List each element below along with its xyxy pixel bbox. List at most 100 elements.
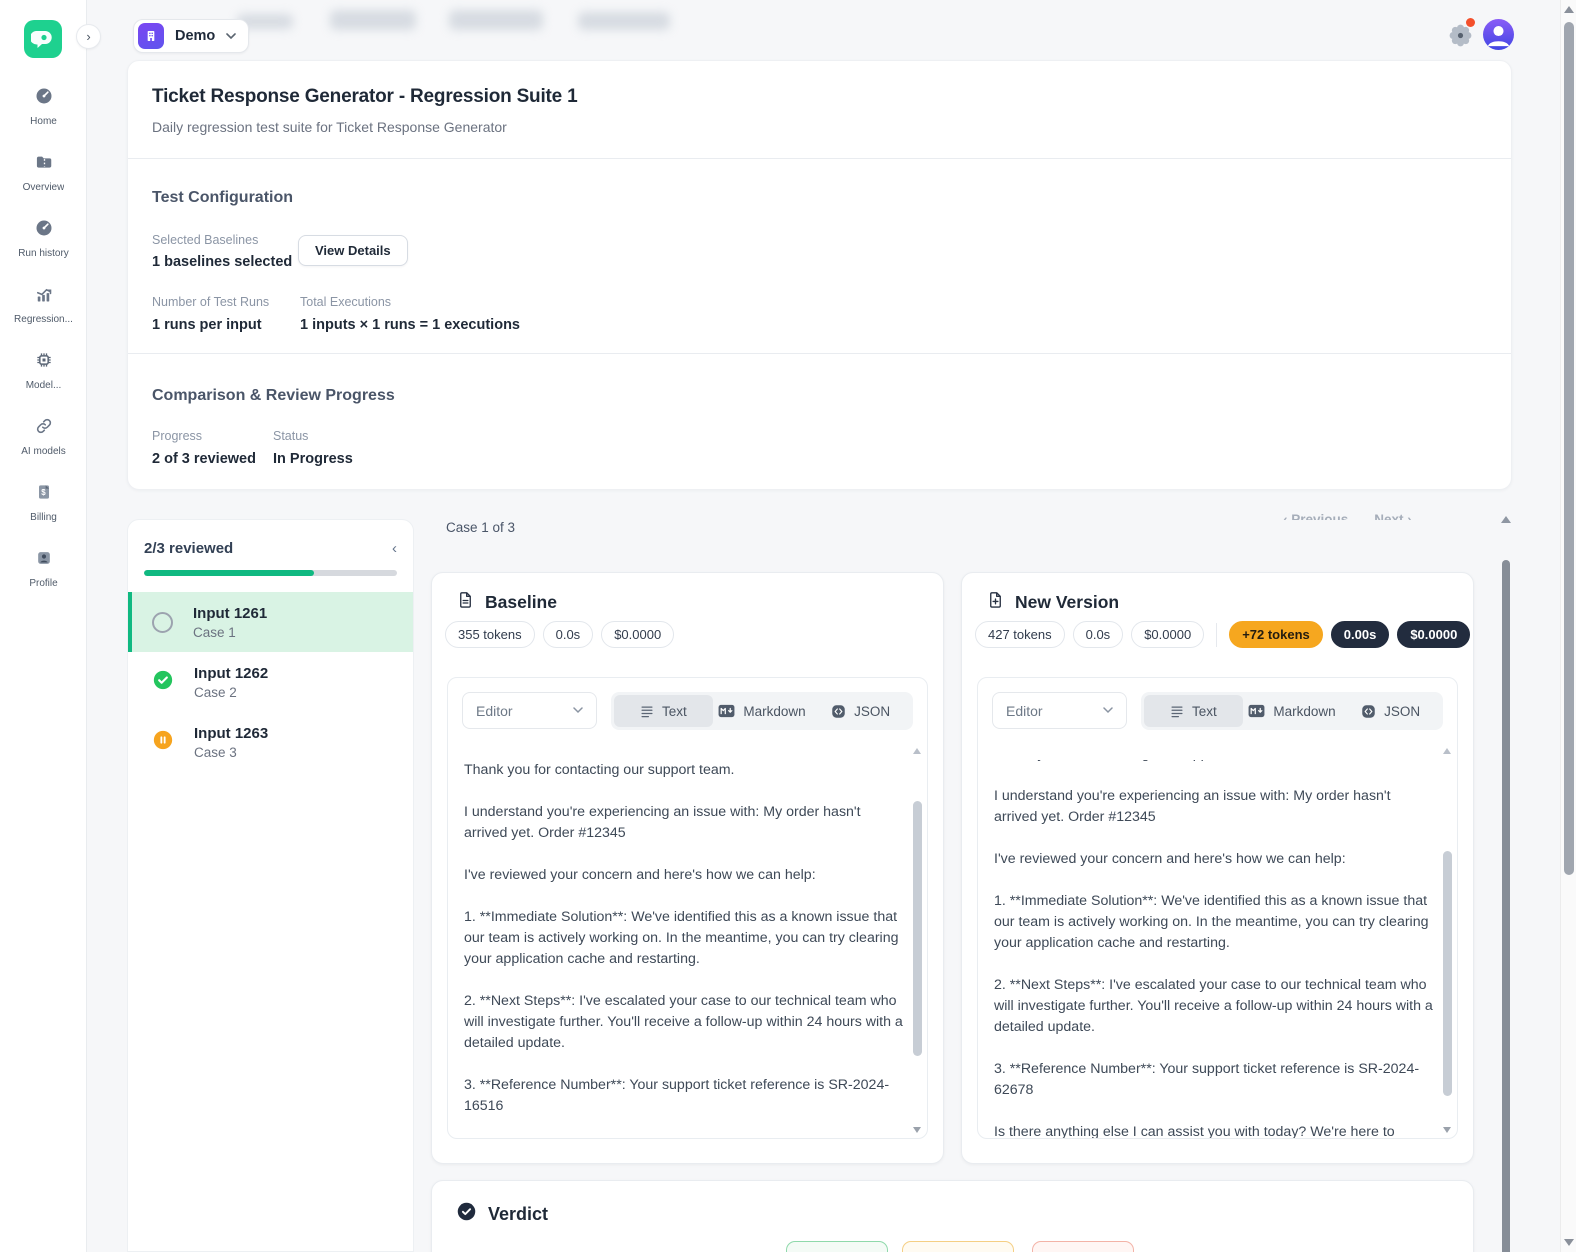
workspace-name: Demo xyxy=(175,28,216,44)
sidebar-item-label: AI models xyxy=(21,446,66,457)
section-scrollbar[interactable] xyxy=(1498,508,1514,1252)
input-subtitle: Case 3 xyxy=(194,744,237,760)
tokens-badge: 355 tokens xyxy=(445,621,535,648)
list-item-input-1261[interactable]: Input 1261 Case 1 xyxy=(128,592,413,652)
sidebar-item-label: Home xyxy=(30,116,57,127)
case-counter: Case 1 of 3 xyxy=(446,520,516,535)
verdict-fail-button[interactable] xyxy=(1032,1241,1134,1252)
collapse-panel-icon[interactable]: ‹ xyxy=(392,540,397,557)
progress-value: 2 of 3 reviewed xyxy=(152,451,256,467)
verdict-card: Verdict xyxy=(431,1180,1474,1252)
sidebar-item-label: Profile xyxy=(29,578,58,589)
view-mode-tabs: Text Markdown JSON xyxy=(611,692,913,730)
sidebar-item-label: Regression... xyxy=(14,314,73,325)
status-value: In Progress xyxy=(273,451,353,467)
sidebar-item-regression[interactable]: Regression... xyxy=(0,284,87,325)
page-title: Ticket Response Generator - Regression S… xyxy=(152,86,578,107)
next-button[interactable]: Next › xyxy=(1374,512,1412,520)
input-title: Input 1261 xyxy=(193,604,268,622)
notification-dot xyxy=(1466,18,1475,27)
editor-mode-select[interactable]: Editor xyxy=(992,692,1127,729)
user-avatar[interactable] xyxy=(1483,19,1514,50)
tokens-badge: 427 tokens xyxy=(975,621,1065,648)
baseline-editor: Editor Text Markdown JSON Thank you for … xyxy=(447,677,928,1139)
sidebar-item-label: Run history xyxy=(18,248,69,259)
section-title-test-configuration: Test Configuration xyxy=(152,189,294,206)
list-item-input-1262[interactable]: Input 1262 Case 2 xyxy=(128,652,413,712)
verdict-check-icon xyxy=(456,1201,477,1227)
panel-title: New Version xyxy=(1015,591,1120,612)
review-progress-bar xyxy=(144,570,397,576)
sidebar-item-model[interactable]: Model... xyxy=(0,350,87,391)
status-label: Status xyxy=(273,429,309,443)
code-brackets-icon xyxy=(1362,704,1375,718)
code-brackets-icon xyxy=(832,704,845,718)
tab-text[interactable]: Text xyxy=(1144,695,1243,727)
sidebar-item-home[interactable]: Home xyxy=(0,86,87,127)
settings-gear-icon[interactable] xyxy=(1447,18,1475,50)
runs-value: 1 runs per input xyxy=(152,317,262,333)
chevron-down-icon xyxy=(226,32,237,39)
new-version-scrollbar[interactable] xyxy=(1441,746,1454,1135)
pause-circle-icon xyxy=(152,729,174,756)
chevron-down-icon xyxy=(573,707,583,714)
tab-markdown[interactable]: Markdown xyxy=(1243,695,1342,727)
cost-badge: $0.0000 xyxy=(1131,621,1205,648)
sidebar-collapse-button[interactable]: › xyxy=(76,24,101,49)
breadcrumb-blurred xyxy=(330,10,416,30)
sidebar-item-label: Billing xyxy=(30,512,57,523)
gauge-icon xyxy=(34,218,54,243)
sidebar-item-profile[interactable]: Profile xyxy=(0,548,87,589)
selected-baselines-value: 1 baselines selected xyxy=(152,254,293,270)
breadcrumb-blurred xyxy=(578,12,670,30)
runs-label: Number of Test Runs xyxy=(152,295,270,309)
latency-badge: 0.0s xyxy=(1072,621,1124,648)
input-title: Input 1262 xyxy=(194,664,269,682)
folder-icon xyxy=(34,152,54,177)
sidebar-item-billing[interactable]: $ Billing xyxy=(0,482,87,523)
tab-text[interactable]: Text xyxy=(614,695,713,727)
input-subtitle: Case 1 xyxy=(193,624,236,640)
view-details-button[interactable]: View Details xyxy=(298,235,408,266)
suite-summary-card: Ticket Response Generator - Regression S… xyxy=(127,60,1512,490)
baseline-scrollbar[interactable] xyxy=(911,746,924,1135)
text-lines-icon xyxy=(1171,706,1183,718)
executions-value: 1 inputs × 1 runs = 1 executions xyxy=(300,317,520,333)
divider xyxy=(128,353,1511,354)
previous-button[interactable]: ‹ Previous xyxy=(1283,512,1348,520)
tab-json[interactable]: JSON xyxy=(811,695,910,727)
progress-label: Progress xyxy=(152,429,203,443)
sidebar-item-ai-models[interactable]: AI models xyxy=(0,416,87,457)
cost-diff-badge: $0.0000 xyxy=(1397,621,1471,648)
list-item-input-1263[interactable]: Input 1263 Case 3 xyxy=(128,712,413,772)
reviewed-count: 2/3 reviewed xyxy=(144,540,234,557)
check-circle-icon xyxy=(152,669,174,696)
token-diff-badge: +72 tokens xyxy=(1229,621,1323,648)
trend-chart-icon xyxy=(34,284,54,309)
latency-diff-badge: 0.00s xyxy=(1330,621,1390,648)
sidebar-item-overview[interactable]: Overview xyxy=(0,152,87,193)
selected-baselines-label: Selected Baselines xyxy=(152,233,259,247)
page-subtitle: Daily regression test suite for Ticket R… xyxy=(152,119,507,135)
workspace-switcher[interactable]: Demo xyxy=(133,19,250,53)
divider xyxy=(128,158,1511,159)
verdict-neutral-button[interactable] xyxy=(902,1241,1014,1252)
editor-mode-select[interactable]: Editor xyxy=(462,692,597,729)
page-scrollbar[interactable] xyxy=(1560,0,1576,1252)
tab-json[interactable]: JSON xyxy=(1341,695,1440,727)
sidebar: Home Overview Run history Regression... … xyxy=(0,0,87,1252)
sidebar-item-run-history[interactable]: Run history xyxy=(0,218,87,259)
app-logo-icon[interactable] xyxy=(24,20,62,58)
pending-circle-icon xyxy=(152,611,173,633)
divider xyxy=(1216,622,1218,647)
pagination-clipped: ‹ Previous Next › xyxy=(1283,505,1461,520)
link-icon xyxy=(34,416,54,441)
new-version-response-text[interactable]: Thank you for contacting our support tea… xyxy=(978,744,1441,1138)
view-mode-tabs: Text Markdown JSON xyxy=(1141,692,1443,730)
panel-title: Baseline xyxy=(485,591,557,612)
baseline-response-text[interactable]: Thank you for contacting our support tea… xyxy=(448,744,911,1138)
tab-markdown[interactable]: Markdown xyxy=(713,695,812,727)
receipt-icon: $ xyxy=(34,482,54,507)
person-icon xyxy=(34,548,54,573)
verdict-pass-button[interactable] xyxy=(786,1241,888,1252)
